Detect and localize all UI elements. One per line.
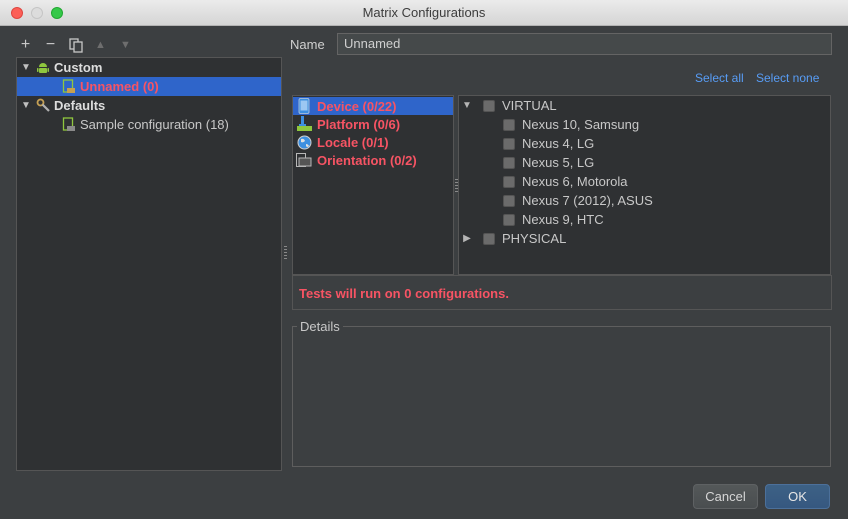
device-group-label: PHYSICAL <box>502 231 567 246</box>
name-field[interactable]: Unnamed <box>337 33 832 55</box>
tree-label-sample: Sample configuration (18) <box>80 117 229 132</box>
checkbox[interactable] <box>483 232 495 245</box>
category-item-locale[interactable]: Locale (0/1) <box>293 133 389 151</box>
tree-label-unnamed: Unnamed (0) <box>80 79 159 94</box>
window-title: Matrix Configurations <box>362 5 486 20</box>
category-list: Device (0/22) Platform (0/6) Locale (0/1… <box>292 95 454 275</box>
device-group-label: VIRTUAL <box>502 98 557 113</box>
device-icon <box>296 98 312 114</box>
select-none-link[interactable]: Select none <box>756 71 819 85</box>
orientation-icon <box>296 152 312 168</box>
tree-label-custom: Custom <box>54 60 103 75</box>
tree-node-virtual[interactable]: ▼ VIRTUAL <box>461 96 557 115</box>
tree-node-physical[interactable]: ▶ PHYSICAL <box>461 229 566 248</box>
device-item[interactable]: Nexus 9, HTC <box>503 210 604 229</box>
select-all-link[interactable]: Select all <box>695 71 744 85</box>
expanded-arrow-icon[interactable]: ▼ <box>461 100 473 111</box>
tree-label-defaults: Defaults <box>54 98 106 113</box>
status-suffix: configurations. <box>411 286 509 301</box>
device-label: Nexus 9, HTC <box>522 212 604 227</box>
tree-node-defaults[interactable]: ▼ Defaults <box>17 96 281 115</box>
checkbox[interactable] <box>483 99 495 112</box>
category-label: Platform (0/6) <box>317 116 401 132</box>
device-item[interactable]: Nexus 4, LG <box>503 134 594 153</box>
add-config-button[interactable]: + <box>16 36 35 55</box>
category-label: Locale (0/1) <box>317 134 389 150</box>
move-down-button[interactable]: ▼ <box>116 36 135 55</box>
checkbox[interactable] <box>503 175 515 188</box>
title-bar: Matrix Configurations <box>0 0 848 26</box>
remove-config-button[interactable]: − <box>41 36 60 55</box>
config-toolbar: + − ▲ ▼ <box>16 34 135 56</box>
device-item[interactable]: Nexus 7 (2012), ASUS <box>503 191 653 210</box>
wrench-icon <box>35 98 51 114</box>
configuration-file-icon <box>61 78 77 95</box>
globe-icon <box>296 134 312 150</box>
device-label: Nexus 5, LG <box>522 155 595 170</box>
name-label: Name <box>290 37 325 52</box>
android-icon <box>35 60 51 76</box>
category-label: Orientation (0/2) <box>317 152 417 168</box>
expanded-arrow-icon[interactable]: ▼ <box>17 62 35 73</box>
device-label: Nexus 4, LG <box>522 136 595 151</box>
tree-node-custom[interactable]: ▼ Custom <box>17 58 281 77</box>
device-label: Nexus 7 (2012), ASUS <box>522 193 653 208</box>
device-label: Nexus 6, Motorola <box>522 174 628 189</box>
device-label: Nexus 10, Samsung <box>522 117 640 132</box>
category-label: Device (0/22) <box>317 98 397 114</box>
platform-icon <box>296 116 312 132</box>
checkbox[interactable] <box>503 213 515 226</box>
tree-node-sample-configuration[interactable]: Sample configuration (18) <box>17 115 281 134</box>
splitter-handle[interactable] <box>284 246 287 260</box>
expanded-arrow-icon[interactable]: ▼ <box>17 100 35 111</box>
configuration-file-icon <box>61 116 77 133</box>
device-tree: ▼ VIRTUAL Nexus 10, Samsung Nexus 4, LG … <box>458 95 831 275</box>
configuration-tree: ▼ Custom Unnamed (0) ▼ Defaults Sample c… <box>16 57 282 471</box>
cancel-button[interactable]: Cancel <box>693 484 758 509</box>
copy-icon <box>68 37 83 53</box>
details-label: Details <box>297 319 343 334</box>
device-item[interactable]: Nexus 6, Motorola <box>503 172 628 191</box>
tree-node-unnamed[interactable]: Unnamed (0) <box>17 77 281 96</box>
checkbox[interactable] <box>503 118 515 131</box>
checkbox[interactable] <box>503 137 515 150</box>
collapsed-arrow-icon[interactable]: ▶ <box>461 233 473 244</box>
device-item[interactable]: Nexus 10, Samsung <box>503 115 639 134</box>
status-message: Tests will run on 0 configurations. <box>299 286 509 301</box>
status-prefix: Tests will run on <box>299 286 405 301</box>
move-up-button[interactable]: ▲ <box>91 36 110 55</box>
category-item-device[interactable]: Device (0/22) <box>293 97 453 115</box>
details-panel: Details <box>292 319 831 467</box>
copy-config-button[interactable] <box>66 36 85 55</box>
checkbox[interactable] <box>503 156 515 169</box>
status-panel: Tests will run on 0 configurations. <box>292 275 832 310</box>
category-item-orientation[interactable]: Orientation (0/2) <box>293 151 417 169</box>
device-item[interactable]: Nexus 5, LG <box>503 153 594 172</box>
checkbox[interactable] <box>503 194 515 207</box>
category-item-platform[interactable]: Platform (0/6) <box>293 115 400 133</box>
dialog: + − ▲ ▼ ▼ Custom Unnamed (0) ▼ Defaults … <box>0 26 848 519</box>
ok-button[interactable]: OK <box>765 484 830 509</box>
